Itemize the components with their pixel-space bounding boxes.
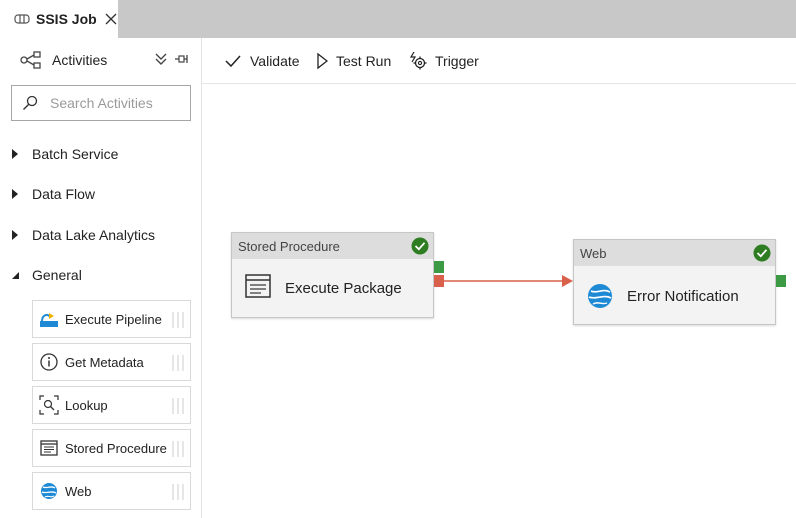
trigger-label: Trigger	[435, 53, 479, 69]
pipeline-canvas[interactable]: Stored Procedure Execute Package Web Err…	[202, 85, 796, 518]
success-output-port[interactable]	[776, 275, 786, 287]
success-check-icon	[411, 237, 429, 255]
activity-label: Stored Procedure	[65, 440, 167, 456]
drag-handle-icon[interactable]	[172, 355, 184, 371]
activities-icon	[20, 51, 41, 69]
category-label: Batch Service	[32, 146, 119, 162]
category-label: Data Lake Analytics	[32, 227, 155, 243]
activity-label: Execute Pipeline	[65, 311, 162, 327]
drag-handle-icon[interactable]	[172, 441, 184, 457]
drag-handle-icon[interactable]	[172, 398, 184, 414]
node-type: Stored Procedure	[238, 238, 340, 254]
stored-procedure-icon	[245, 274, 271, 298]
test-run-label: Test Run	[336, 53, 392, 69]
category-batch-service[interactable]: Batch Service	[0, 139, 202, 169]
tab-ssis-job[interactable]: SSIS Job	[0, 0, 118, 38]
node-name: Execute Package	[285, 280, 402, 297]
validate-label: Validate	[250, 53, 300, 69]
search-icon	[23, 95, 38, 110]
activity-label: Lookup	[65, 397, 108, 413]
collapse-arrow-icon	[12, 272, 19, 279]
pin-icon[interactable]	[174, 52, 188, 66]
collapse-all-icon[interactable]	[154, 52, 168, 66]
failure-output-port[interactable]	[434, 275, 444, 287]
activity-node-execute-package[interactable]: Stored Procedure Execute Package	[231, 232, 434, 318]
activity-node-error-notification[interactable]: Web Error Notification	[573, 239, 776, 325]
expand-arrow-icon	[12, 230, 18, 240]
stored-procedure-icon	[40, 440, 58, 456]
drag-handle-icon[interactable]	[172, 484, 184, 500]
pipeline-icon	[14, 14, 30, 24]
node-header: Web	[574, 240, 775, 266]
node-type: Web	[580, 245, 607, 261]
trigger-icon	[409, 52, 427, 70]
pipeline-toolbar: Validate Test Run Trigger	[202, 38, 796, 84]
web-icon	[41, 483, 57, 499]
search-input[interactable]	[50, 95, 186, 111]
lookup-icon	[39, 395, 59, 415]
success-check-icon	[753, 244, 771, 262]
category-general[interactable]: General	[0, 260, 202, 290]
node-name: Error Notification	[627, 288, 739, 305]
expand-arrow-icon	[12, 149, 18, 159]
tab-bar: SSIS Job	[0, 0, 796, 38]
category-data-lake-analytics[interactable]: Data Lake Analytics	[0, 220, 202, 250]
execute-pipeline-icon	[40, 313, 58, 327]
activities-sidebar: Activities Batch Service Data Flow Data …	[0, 38, 202, 518]
validate-button[interactable]: Validate	[224, 38, 300, 84]
web-icon	[588, 284, 612, 308]
checkmark-icon	[225, 55, 241, 68]
activity-label: Get Metadata	[65, 354, 144, 370]
activities-title: Activities	[52, 52, 108, 68]
category-label: Data Flow	[32, 186, 96, 202]
info-icon	[40, 353, 58, 371]
play-icon	[317, 52, 328, 70]
activity-execute-pipeline[interactable]: Execute Pipeline	[32, 300, 191, 338]
tab-title: SSIS Job	[36, 11, 97, 27]
activity-get-metadata[interactable]: Get Metadata	[32, 343, 191, 381]
category-data-flow[interactable]: Data Flow	[0, 179, 202, 209]
success-output-port[interactable]	[434, 261, 444, 273]
activity-stored-procedure[interactable]: Stored Procedure	[32, 429, 191, 467]
search-activities	[11, 85, 191, 121]
test-run-button[interactable]: Test Run	[316, 38, 391, 84]
drag-handle-icon[interactable]	[172, 312, 184, 328]
activities-header: Activities	[0, 38, 202, 82]
activity-label: Web	[65, 483, 92, 499]
activity-lookup[interactable]: Lookup	[32, 386, 191, 424]
category-label: General	[32, 267, 82, 283]
activity-web[interactable]: Web	[32, 472, 191, 510]
close-icon[interactable]	[105, 13, 117, 25]
node-header: Stored Procedure	[232, 233, 433, 259]
trigger-button[interactable]: Trigger	[409, 38, 479, 84]
connector-arrowhead	[562, 275, 573, 287]
expand-arrow-icon	[12, 189, 18, 199]
